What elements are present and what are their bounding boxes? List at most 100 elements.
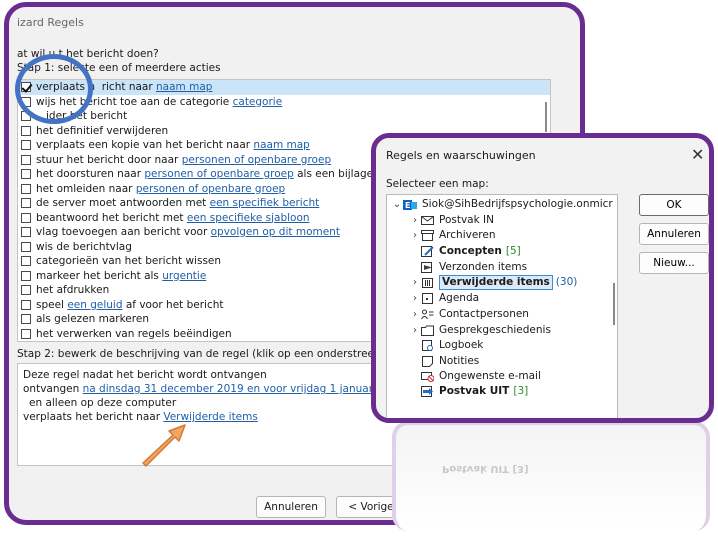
folder-name: Verzonden items xyxy=(439,261,528,273)
cancel-button[interactable]: Annuleren xyxy=(256,496,326,518)
tree-account-node[interactable]: ⌄ E Siok@SihBedrijfspsychologie.onmicr xyxy=(391,197,613,212)
folder-name: Ongewenste e-mail xyxy=(439,370,541,382)
folder-item[interactable]: Ongewenste e-mail xyxy=(409,369,541,384)
folder-name: Contactpersonen xyxy=(439,308,529,320)
folder-item[interactable]: › Contactpersonen xyxy=(409,307,529,322)
action-link[interactable]: personen of openbare groep xyxy=(136,182,285,197)
folder-name: Concepten xyxy=(439,245,502,257)
ok-button[interactable]: OK xyxy=(639,194,709,216)
action-checkbox[interactable] xyxy=(21,285,31,296)
folder-item[interactable]: › Postvak IN xyxy=(409,213,494,228)
journal-icon xyxy=(421,340,434,351)
action-text: vlag toevoegen aan bericht voor xyxy=(36,226,211,238)
folder-item[interactable]: Concepten [5] xyxy=(409,244,521,259)
action-checkbox[interactable] xyxy=(21,183,31,194)
folder-name: Logboek xyxy=(439,339,484,351)
action-checkbox[interactable] xyxy=(21,227,31,238)
action-text: speel xyxy=(36,298,68,311)
action-text: wis de berichtvlag xyxy=(36,240,132,253)
action-checkbox[interactable] xyxy=(21,212,31,223)
action-checkbox[interactable] xyxy=(21,270,31,281)
action-item[interactable]: wijs het bericht toe aan de categorie ca… xyxy=(18,95,550,110)
action-checkbox[interactable] xyxy=(21,140,31,151)
action-item[interactable]: verplaats h richt naar naam map xyxy=(18,80,550,95)
svg-text:E: E xyxy=(405,201,410,210)
folder-label-wrap[interactable]: Logboek xyxy=(439,338,483,353)
tree-scrollbar[interactable] xyxy=(613,283,615,325)
action-link[interactable]: personen of openbare groep xyxy=(144,167,293,182)
folder-tree[interactable]: ⌄ E Siok@SihBedrijfspsychologie.onmicr ›… xyxy=(386,194,618,418)
action-link[interactable]: naam map xyxy=(253,138,309,153)
folder-label-wrap[interactable]: Verzonden items xyxy=(439,260,527,275)
action-checkbox[interactable] xyxy=(21,241,31,252)
action-link[interactable]: personen of openbare groep xyxy=(182,153,331,168)
account-name: Siok@SihBedrijfspsychologie.onmicr xyxy=(422,198,613,210)
folder-label-wrap[interactable]: Gesprekgeschiedenis xyxy=(439,323,551,338)
action-link[interactable]: urgentie xyxy=(162,269,206,284)
chevron-right-icon[interactable]: › xyxy=(409,291,421,306)
close-icon[interactable]: ✕ xyxy=(691,145,704,164)
action-checkbox[interactable] xyxy=(21,198,31,209)
next-button[interactable]: Volgende > xyxy=(410,496,481,518)
outbox-icon xyxy=(421,386,434,397)
folder-item[interactable]: › Verwijderde items (30) xyxy=(409,275,577,290)
chevron-right-icon[interactable]: › xyxy=(409,275,421,290)
action-checkbox[interactable] xyxy=(21,169,31,180)
folder-item[interactable]: Notities xyxy=(409,354,479,369)
action-link[interactable]: naam map xyxy=(156,80,212,95)
action-item[interactable]: jder het bericht xyxy=(18,109,550,124)
action-link[interactable]: opvolgen op dit moment xyxy=(211,225,340,240)
action-text-suffix: af voor het bericht xyxy=(122,298,224,311)
action-link[interactable]: een geluid xyxy=(67,298,122,313)
folder-label-wrap[interactable]: Ongewenste e-mail xyxy=(439,369,541,384)
send-icon xyxy=(421,262,434,273)
folder-label-wrap[interactable]: Notities xyxy=(439,354,479,369)
pointer-arrow-icon xyxy=(142,424,186,467)
action-checkbox[interactable] xyxy=(21,125,31,136)
folder-item[interactable]: Verzonden items xyxy=(409,260,527,275)
action-checkbox[interactable] xyxy=(21,328,31,339)
wizard-title: izard Regels xyxy=(17,16,84,29)
finish-button[interactable]: Voltooien xyxy=(491,496,562,518)
folder-item[interactable]: › Archiveren xyxy=(409,228,496,243)
folder-item[interactable]: › Gesprekgeschiedenis xyxy=(409,323,551,338)
folder-label-wrap[interactable]: Concepten xyxy=(439,244,502,259)
action-checkbox[interactable] xyxy=(21,154,31,165)
actions-scroll-thumb[interactable] xyxy=(545,102,547,132)
action-checkbox[interactable] xyxy=(21,256,31,267)
folder-label-wrap[interactable]: Postvak UIT xyxy=(439,384,509,399)
folder-item[interactable]: Logboek xyxy=(409,338,483,353)
action-text: als gelezen markeren xyxy=(36,313,149,325)
contacts-icon xyxy=(421,309,434,320)
folder-label-wrap[interactable]: Verwijderde items xyxy=(439,275,553,290)
action-checkbox[interactable] xyxy=(21,299,31,310)
chevron-down-icon[interactable]: ⌄ xyxy=(391,197,403,212)
action-link[interactable]: een specifieke sjabloon xyxy=(187,211,310,226)
action-checkbox[interactable] xyxy=(21,314,31,325)
chevron-right-icon[interactable]: › xyxy=(409,213,421,228)
description-text: ontvangen xyxy=(23,383,83,395)
action-text: het afdrukken xyxy=(36,284,110,296)
new-folder-button[interactable]: Nieuw... xyxy=(639,252,709,274)
junk-icon xyxy=(421,371,434,382)
chevron-right-icon[interactable]: › xyxy=(409,307,421,322)
folder-item[interactable]: › Agenda xyxy=(409,291,479,306)
folder-name: Gesprekgeschiedenis xyxy=(439,324,551,336)
chevron-right-icon[interactable]: › xyxy=(409,228,421,243)
action-link[interactable]: een specifiek bericht xyxy=(210,196,320,211)
folder-count-badge: [5] xyxy=(505,245,521,257)
date-range-link[interactable]: na dinsdag 31 december 2019 en voor vrij… xyxy=(83,383,406,395)
folder-item[interactable]: Postvak UIT [3] xyxy=(409,384,528,399)
folder-label-wrap[interactable]: Postvak IN xyxy=(439,213,494,228)
dialog-cancel-button[interactable]: Annuleren xyxy=(639,223,709,245)
folder-label-wrap[interactable]: Contactpersonen xyxy=(439,307,529,322)
action-text: categorieën van het bericht wissen xyxy=(36,255,222,267)
folder-name: Agenda xyxy=(439,292,480,304)
folder-label-wrap[interactable]: Agenda xyxy=(439,291,479,306)
back-button[interactable]: < Vorige xyxy=(336,496,406,518)
action-link[interactable]: categorie xyxy=(233,95,283,110)
folder-name: Archiveren xyxy=(439,229,496,241)
folder-label-wrap[interactable]: Archiveren xyxy=(439,228,496,243)
folder-name: Postvak UIT xyxy=(439,385,510,397)
chevron-right-icon[interactable]: › xyxy=(409,323,421,338)
